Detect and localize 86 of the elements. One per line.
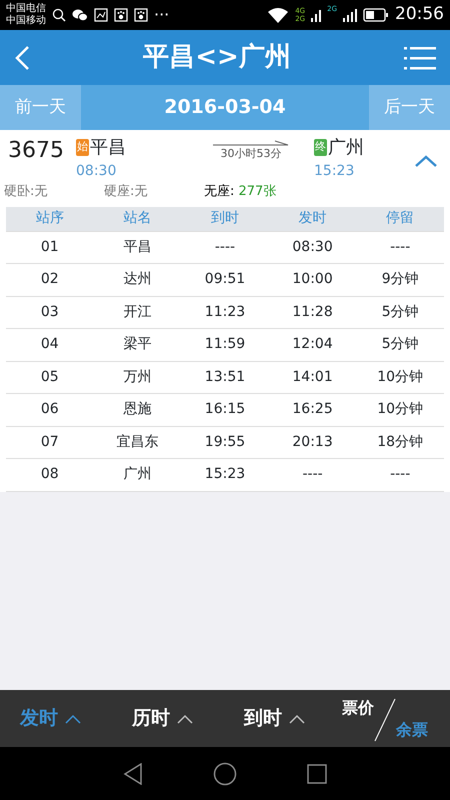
departure-station: 平昌	[90, 136, 126, 160]
sort-tab[interactable]: 历时	[132, 704, 244, 733]
table-cell-text: 04	[40, 335, 60, 354]
page-title: 平昌<>广州	[143, 42, 291, 74]
table-cell-text: 11:28	[291, 302, 334, 322]
signal-icon	[343, 8, 357, 22]
departure-time: 08:30	[76, 162, 118, 181]
table-cell-text: 16:15	[204, 400, 246, 420]
table-cell-text: 15:23	[204, 465, 246, 484]
column-header: 到时	[210, 209, 240, 228]
table-cell-text: 开江	[122, 302, 152, 322]
table-cell-text: ----	[389, 238, 412, 257]
table-cell-text: 08:30	[291, 238, 334, 257]
table-cell-text: 宜昌东	[115, 432, 160, 452]
table-cell-text: 9分钟	[380, 270, 420, 290]
arrival-tag: 终	[314, 139, 327, 156]
menu-button[interactable]	[404, 45, 436, 70]
column-header: 停留	[385, 209, 416, 228]
table-cell-text: 06	[40, 400, 60, 420]
table-cell-text: 11:59	[204, 335, 246, 354]
table-cell-text: 16:25	[291, 400, 334, 420]
arrival-time: 15:23	[314, 162, 356, 181]
seat-availability: 无座: 277张	[204, 183, 276, 201]
home-nav-button[interactable]	[213, 761, 237, 786]
sort-toggle[interactable]: 余票	[396, 718, 428, 742]
table-cell-text: 18分钟	[376, 432, 424, 452]
table-cell-text: ----	[214, 238, 236, 257]
next-day-button[interactable]: 后一天	[369, 85, 450, 130]
table-cell-text: 08	[40, 465, 60, 484]
table-cell-text: ----	[301, 465, 324, 484]
signal-icon	[311, 8, 322, 22]
previous-day-button[interactable]: 前一天	[0, 85, 81, 130]
table-cell-text: 达州	[122, 270, 152, 290]
table-cell-text: 万州	[122, 368, 152, 387]
more-indicator: ···	[154, 4, 170, 26]
image-icon	[94, 8, 108, 22]
caret-icon	[288, 714, 305, 724]
carrier-name: 中国移动	[6, 15, 46, 27]
table-cell-text: ----	[389, 465, 412, 484]
table-cell-text: 13:51	[204, 368, 246, 387]
table-cell-text: 10:00	[291, 270, 334, 290]
table-cell-text: 平昌	[122, 238, 152, 257]
table-cell-text: 12:04	[291, 335, 334, 354]
table-cell-text: 梁平	[122, 335, 152, 354]
paw-icon	[114, 8, 128, 22]
table-cell-text: 03	[40, 302, 60, 322]
table-cell-text: 01	[40, 238, 60, 257]
table-cell-text: 09:51	[204, 270, 246, 290]
caret-icon	[64, 714, 81, 724]
table-cell-text: 10分钟	[376, 400, 424, 420]
clock: 20:56	[395, 3, 444, 26]
table-cell-text: 广州	[122, 465, 152, 484]
paw-icon	[134, 8, 148, 22]
table-cell-text: 05	[40, 368, 60, 387]
seat-availability: 硬卧:无	[4, 183, 48, 201]
slash-divider	[374, 698, 396, 742]
column-header: 站名	[122, 209, 152, 228]
sort-toggle[interactable]: 票价	[342, 696, 374, 720]
column-header: 发时	[298, 209, 328, 228]
seat-availability: 硬座:无	[104, 183, 148, 201]
table-cell-text: 19:55	[204, 432, 246, 452]
battery-icon	[363, 8, 389, 22]
table-cell-text: 14:01	[291, 368, 334, 387]
date-label: 2016-03-04	[163, 95, 287, 120]
duration: 30小时53分	[220, 146, 282, 162]
chat-icon	[72, 8, 88, 22]
table-cell-text: 07	[40, 432, 60, 452]
table-cell-text: 10分钟	[376, 368, 424, 387]
column-header: 站序	[34, 209, 65, 228]
back-button[interactable]	[14, 44, 30, 70]
table-cell-text: 02	[40, 270, 60, 290]
train-number: 3675	[7, 137, 65, 165]
back-nav-button[interactable]	[123, 762, 143, 786]
table-cell-text: 11:23	[204, 302, 246, 322]
table-cell-text: 5分钟	[380, 335, 420, 354]
caret-icon	[176, 714, 193, 724]
recent-apps-button[interactable]	[307, 762, 327, 786]
table-cell-text: 20:13	[291, 432, 334, 452]
carrier-name: 中国电信	[6, 3, 46, 14]
departure-tag: 始	[76, 139, 89, 156]
search-icon	[52, 8, 66, 22]
sort-tab[interactable]: 发时	[20, 704, 132, 733]
arrival-station: 广州	[328, 136, 364, 160]
wifi-icon	[267, 7, 290, 23]
table-cell-text: 5分钟	[380, 302, 420, 322]
table-cell-text: 恩施	[122, 400, 152, 420]
